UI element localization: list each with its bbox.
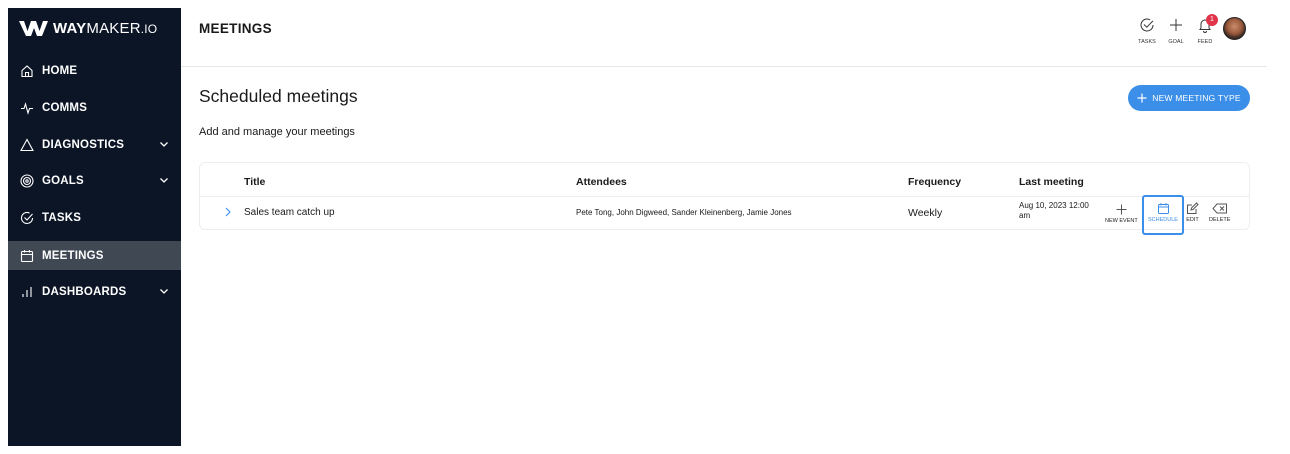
edit-button[interactable]: EDIT xyxy=(1186,202,1199,223)
schedule-label: SCHEDULE xyxy=(1148,217,1178,223)
sidebar-item-label: GOALS xyxy=(42,174,84,187)
section-subtitle: Add and manage your meetings xyxy=(199,126,355,138)
sidebar-item-label: MEETINGS xyxy=(42,249,104,262)
waymaker-logo[interactable]: WAYMAKER.IO xyxy=(19,18,157,38)
new-event-label: NEW EVENT xyxy=(1105,218,1138,224)
chevron-down-icon xyxy=(160,178,168,183)
sidebar-item-label: DIAGNOSTICS xyxy=(42,138,125,151)
plus-icon xyxy=(1170,19,1182,31)
check-circle-icon xyxy=(20,211,34,225)
meeting-title[interactable]: Sales team catch up xyxy=(244,207,335,218)
calendar-icon xyxy=(1157,203,1169,214)
meetings-table: Title Attendees Frequency Last meeting S… xyxy=(199,162,1250,235)
goal-button[interactable]: GOAL xyxy=(1165,17,1187,45)
notification-badge: 1 xyxy=(1206,14,1218,26)
chevron-right-icon[interactable] xyxy=(224,207,232,217)
avatar[interactable] xyxy=(1223,17,1246,40)
new-event-button[interactable]: NEW EVENT xyxy=(1105,203,1138,224)
sidebar: WAYMAKER.IO HOME COMMS DIAGNOSTICS GOALS… xyxy=(8,8,181,446)
logo-text: WAYMAKER.IO xyxy=(53,19,158,37)
sidebar-item-label: HOME xyxy=(42,64,78,77)
sidebar-item-diagnostics[interactable]: DIAGNOSTICS xyxy=(8,130,181,159)
goal-label: GOAL xyxy=(1168,39,1184,45)
target-icon xyxy=(20,173,34,188)
chevron-down-icon xyxy=(160,289,168,294)
page-title: MEETINGS xyxy=(199,21,272,36)
sidebar-item-goals[interactable]: GOALS xyxy=(8,166,181,195)
last-meeting-line2: am xyxy=(1019,211,1031,220)
schedule-button[interactable]: SCHEDULE xyxy=(1142,195,1184,235)
column-header-title[interactable]: Title xyxy=(244,176,265,188)
last-meeting-line1: Aug 10, 2023 12:00 xyxy=(1019,201,1089,210)
meeting-attendees: Pete Tong, John Digweed, Sander Kleinenb… xyxy=(576,208,792,217)
meeting-frequency: Weekly xyxy=(908,207,943,219)
bar-chart-icon xyxy=(20,285,34,299)
sidebar-item-label: TASKS xyxy=(42,211,82,224)
home-icon xyxy=(20,64,34,78)
edit-icon xyxy=(1187,202,1199,214)
section-title: Scheduled meetings xyxy=(199,86,358,106)
calendar-icon xyxy=(20,249,34,263)
new-meeting-type-button[interactable]: NEW MEETING TYPE xyxy=(1128,85,1250,111)
check-circle-icon xyxy=(1140,18,1154,32)
backspace-icon xyxy=(1212,203,1227,214)
new-meeting-type-label: NEW MEETING TYPE xyxy=(1152,93,1241,103)
feed-button[interactable]: 1 FEED xyxy=(1194,14,1218,45)
delete-label: DELETE xyxy=(1209,217,1231,223)
feed-label: FEED xyxy=(1197,39,1213,45)
tasks-button[interactable]: TASKS xyxy=(1136,17,1158,45)
sidebar-item-home[interactable]: HOME xyxy=(8,56,181,85)
column-header-attendees[interactable]: Attendees xyxy=(576,176,627,188)
pulse-icon xyxy=(20,101,34,115)
top-bar: MEETINGS TASKS GOAL 1 FEED xyxy=(181,8,1267,67)
sidebar-item-label: DASHBOARDS xyxy=(42,285,127,298)
chevron-down-icon xyxy=(160,142,168,147)
triangle-icon xyxy=(20,137,34,152)
divider xyxy=(200,196,1249,197)
delete-button[interactable]: DELETE xyxy=(1209,202,1230,223)
meeting-last-date: Aug 10, 2023 12:00 am xyxy=(1019,201,1089,221)
plus-icon xyxy=(1116,204,1127,215)
sidebar-item-label: COMMS xyxy=(42,101,88,114)
sidebar-item-dashboards[interactable]: DASHBOARDS xyxy=(8,277,181,306)
plus-icon xyxy=(1137,93,1147,103)
sidebar-item-tasks[interactable]: TASKS xyxy=(8,203,181,232)
sidebar-item-meetings[interactable]: MEETINGS xyxy=(8,241,181,270)
tasks-label: TASKS xyxy=(1138,39,1156,45)
logo-mark-icon xyxy=(19,20,48,36)
column-header-frequency[interactable]: Frequency xyxy=(908,176,961,188)
edit-label: EDIT xyxy=(1186,217,1199,223)
sidebar-item-comms[interactable]: COMMS xyxy=(8,93,181,122)
column-header-last-meeting[interactable]: Last meeting xyxy=(1019,176,1084,188)
